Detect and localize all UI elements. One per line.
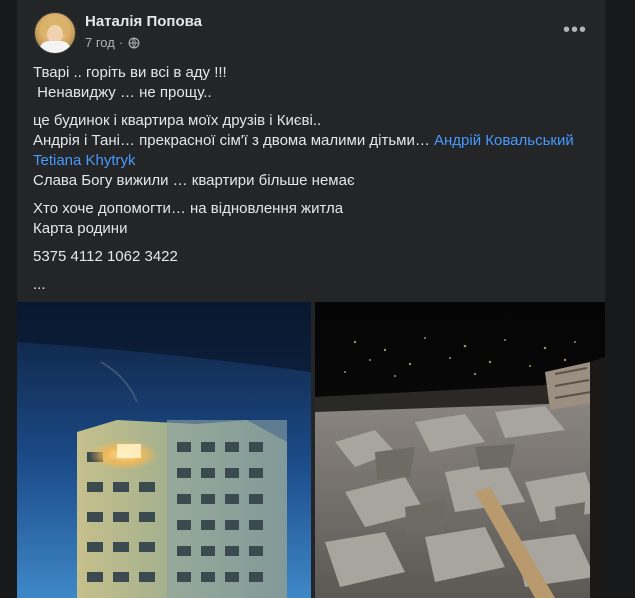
author-name[interactable]: Наталія Попова — [85, 13, 202, 30]
photo-destroyed-apartment-rubble[interactable] — [315, 302, 605, 598]
post-line-4b: Tetiana Khytryk — [33, 151, 593, 171]
avatar-shirt — [39, 41, 71, 53]
post-line-1: Тварі .. горіть ви всі в аду !!! — [33, 64, 227, 81]
facebook-post: Наталія Попова 7 год · ••• Тварі .. горі… — [17, 0, 605, 598]
tagged-user-link[interactable]: Андрій Ковальський — [434, 132, 574, 149]
building-night-image — [17, 302, 311, 598]
post-line-7: Карта родини — [33, 220, 128, 237]
post-photos — [17, 302, 605, 598]
post-line-3: це будинок і квартира моїх друзів і Києв… — [33, 112, 322, 129]
author-avatar[interactable] — [34, 12, 76, 54]
post-timestamp[interactable]: 7 год — [85, 35, 115, 50]
photo-building-night[interactable] — [17, 302, 311, 598]
post-line-6: Хто хоче допомогти… на відновлення житла — [33, 200, 344, 217]
more-options-button[interactable]: ••• — [563, 18, 587, 42]
post-line-8: 5375 4112 1062 3422 — [33, 248, 178, 265]
post-line-4-text: Андрія і Тані… прекрасної сім'ї з двома … — [33, 132, 435, 149]
post-line-4: Андрія і Тані… прекрасної сім'ї з двома … — [33, 131, 593, 151]
globe-icon[interactable] — [128, 37, 140, 49]
meta-separator: · — [118, 35, 124, 50]
tagged-user-link[interactable]: Tetiana Khytryk — [33, 152, 136, 169]
post-text: Тварі .. горіть ви всі в аду !!! Ненавид… — [33, 63, 593, 295]
post-meta: 7 год · — [85, 35, 140, 50]
post-line-5: Слава Богу вижили … квартири більше нема… — [33, 172, 355, 189]
rubble-image — [315, 302, 605, 598]
post-header: Наталія Попова 7 год · ••• — [17, 0, 605, 60]
post-line-2: Ненавиджу … не прощу.. — [33, 84, 212, 101]
more-horizontal-icon: ••• — [563, 18, 588, 41]
post-line-9: ... — [33, 276, 46, 293]
